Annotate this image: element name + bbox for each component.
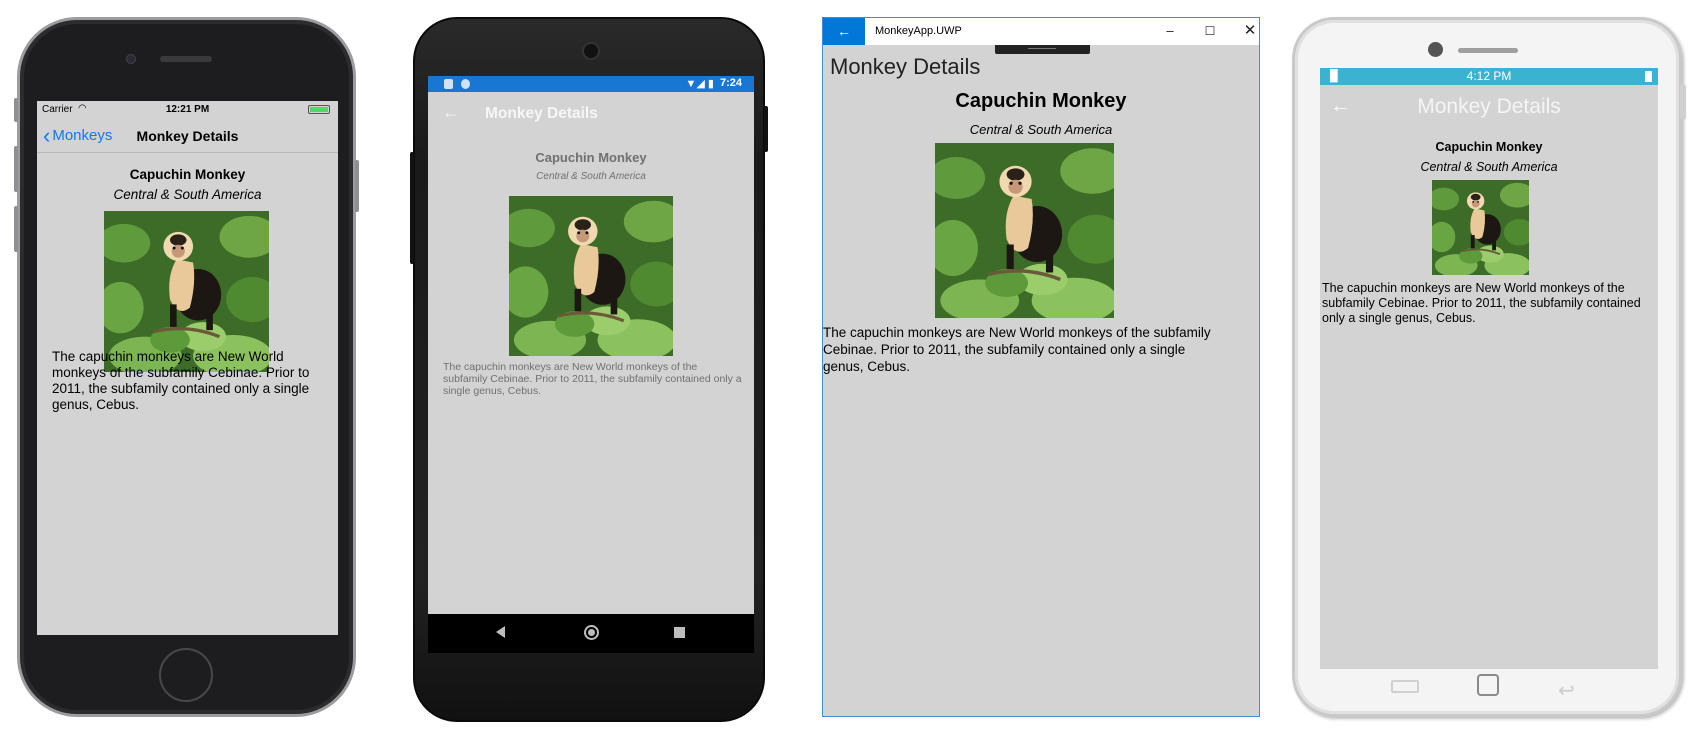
ios-speaker (160, 56, 212, 62)
monkey-image (509, 196, 673, 356)
ios-front-camera (126, 54, 136, 64)
uwp-back-button[interactable]: ← (823, 18, 865, 45)
monkey-name: Capuchin Monkey (129, 167, 246, 182)
tizen-side-button (1680, 84, 1686, 120)
battery-icon (308, 105, 330, 114)
tizen-menu-key[interactable] (1391, 680, 1419, 693)
android-navigation-bar (428, 614, 754, 653)
status-time: 12:21 PM (165, 104, 210, 115)
ios-home-button[interactable] (159, 648, 213, 702)
nav-back-icon[interactable] (496, 626, 505, 638)
page-title: Monkey Details (1417, 95, 1561, 118)
tizen-front-camera (1428, 42, 1443, 57)
android-front-camera (582, 42, 600, 60)
maximize-icon[interactable]: ☐ (1193, 22, 1227, 42)
signal-icon: ▼◢ ▮ (685, 78, 714, 90)
uwp-title-notch (995, 45, 1090, 54)
monkey-location: Central & South America (536, 171, 646, 182)
tizen-status-bar: ▐▌ 4:12 PM (1320, 68, 1658, 85)
monkey-name: Capuchin Monkey (1435, 140, 1543, 154)
page-title: Monkey Details (136, 128, 239, 144)
android-power-button (764, 106, 768, 152)
minimize-icon[interactable]: – (1153, 22, 1187, 42)
monkey-location: Central & South America (113, 187, 262, 202)
monkey-location: Central & South America (1420, 160, 1558, 174)
tizen-back-key[interactable]: ↩ (1558, 678, 1575, 703)
status-time: 7:24 (719, 77, 742, 89)
monkey-details: The capuchin monkeys are New World monke… (443, 361, 742, 397)
arrow-left-icon[interactable]: ← (442, 102, 460, 123)
ios-screen: Carrier ◠ 12:21 PM ‹ Monkeys Monkey Detai… (37, 101, 338, 635)
ios-volume-down-button (14, 206, 18, 252)
monkey-image (104, 211, 269, 372)
sd-card-icon (444, 79, 453, 89)
tizen-speaker (1458, 48, 1518, 53)
android-screen: ▼◢ ▮ 7:24 ← Monkey Details Capuchin Monk… (428, 76, 754, 653)
tizen-home-key[interactable] (1477, 674, 1499, 696)
sync-icon (461, 79, 470, 89)
arrow-left-icon: ← (837, 23, 851, 39)
monkey-details: The capuchin monkeys are New World monke… (823, 325, 1211, 374)
android-app-bar: ← Monkey Details (428, 92, 754, 136)
android-volume-button (410, 152, 414, 264)
uwp-title-bar: ← MonkeyApp.UWP – ☐ ✕ (823, 18, 1259, 45)
page-title: Monkey Details (485, 105, 598, 122)
monkey-details: The capuchin monkeys are New World monke… (1322, 281, 1641, 325)
monkey-name: Capuchin Monkey (535, 150, 647, 165)
nav-home-icon[interactable] (584, 625, 599, 640)
page-title: Monkey Details (830, 54, 981, 79)
close-icon[interactable]: ✕ (1233, 22, 1259, 42)
battery-icon (1645, 71, 1652, 82)
monkey-image (935, 143, 1114, 318)
ios-status-bar: Carrier ◠ 12:21 PM (37, 101, 338, 119)
uwp-window: ← MonkeyApp.UWP – ☐ ✕ Monkey Details Cap… (822, 17, 1260, 717)
android-status-bar: ▼◢ ▮ 7:24 (428, 76, 754, 92)
ios-mute-switch (14, 98, 18, 122)
monkey-name: Capuchin Monkey (955, 90, 1127, 112)
window-title: MonkeyApp.UWP (875, 25, 962, 37)
monkey-image (1432, 180, 1529, 275)
nav-recents-icon[interactable] (674, 627, 685, 638)
monkey-details: The capuchin monkeys are New World monke… (52, 349, 310, 412)
tizen-screen: ▐▌ 4:12 PM ← Monkey Details Capuchin Mon… (1320, 68, 1658, 669)
ios-power-button (355, 160, 359, 212)
ios-navigation-bar: ‹ Monkeys Monkey Details (37, 119, 338, 153)
ios-volume-up-button (14, 146, 18, 192)
monkey-location: Central & South America (969, 122, 1113, 137)
status-time: 4:12 PM (1466, 69, 1512, 83)
